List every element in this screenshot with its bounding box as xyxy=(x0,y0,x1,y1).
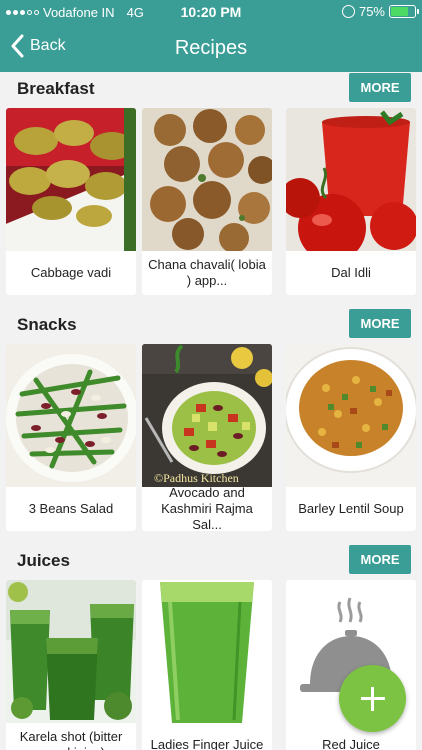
section-header-juices: Juices MORE xyxy=(0,543,422,579)
section-title: Juices xyxy=(17,551,70,570)
orientation-lock-icon xyxy=(341,5,355,18)
battery-icon xyxy=(389,5,419,18)
recipe-card-3-beans-salad[interactable]: 3 Beans Salad xyxy=(6,344,136,531)
navigation-bar: Back Recipes xyxy=(0,26,422,72)
recipe-image xyxy=(6,344,136,487)
recipe-image xyxy=(286,344,416,487)
recipe-card-ladies-finger-juice[interactable]: Ladies Finger Juice xyxy=(142,580,272,750)
recipe-image xyxy=(6,580,136,723)
recipe-name: Cabbage vadi xyxy=(30,265,112,280)
section-header-snacks: Snacks MORE xyxy=(0,307,422,343)
recipe-name: Avocado and Kashmiri Rajma Sal... xyxy=(161,487,253,531)
recipe-image xyxy=(142,108,272,251)
recipe-image: ©Padhus Kitchen xyxy=(142,344,272,487)
status-bar: Vodafone IN 4G 10:20 PM 75% xyxy=(0,0,422,24)
recipe-card-karela-shot[interactable]: Karela shot (bitter gourd juice) xyxy=(6,580,136,750)
recipe-card-chana-chavali[interactable]: Chana chavali( lobia ) app... xyxy=(142,108,272,295)
recipe-image xyxy=(142,580,272,723)
recipe-name: Ladies Finger Juice xyxy=(150,737,264,750)
recipe-card-cabbage-vadi[interactable]: Cabbage vadi xyxy=(6,108,136,295)
section-title: Snacks xyxy=(17,315,77,334)
section-header-breakfast: Breakfast MORE xyxy=(0,71,422,107)
recipe-card-barley-lentil-soup[interactable]: Barley Lentil Soup xyxy=(286,344,416,531)
page-title: Recipes xyxy=(174,37,248,59)
status-right: 75% xyxy=(341,4,419,19)
recipe-image xyxy=(6,108,136,251)
recipe-name: 3 Beans Salad xyxy=(28,501,114,516)
recipe-name: Chana chavali( lobia ) app... xyxy=(148,257,266,288)
more-button-juices[interactable]: MORE xyxy=(349,545,411,574)
more-button-snacks[interactable]: MORE xyxy=(349,309,411,338)
recipe-name: Karela shot (bitter gourd juice) xyxy=(19,729,123,750)
add-recipe-button[interactable] xyxy=(339,665,406,732)
section-title: Breakfast xyxy=(17,79,95,98)
recipe-image xyxy=(286,108,416,251)
more-button-breakfast[interactable]: MORE xyxy=(349,73,411,102)
recipe-name: Red Juice xyxy=(322,737,380,750)
recipe-name: Barley Lentil Soup xyxy=(298,501,404,516)
top-bar: Vodafone IN 4G 10:20 PM 75% Back Recipes xyxy=(0,0,422,72)
recipe-card-avocado-rajma-salad[interactable]: ©Padhus Kitchen Avocado and Kashmiri Raj… xyxy=(142,344,272,531)
battery-percent: 75% xyxy=(358,4,385,19)
recipe-card-dal-idli[interactable]: Dal Idli xyxy=(286,108,416,295)
watermark: ©Padhus Kitchen xyxy=(154,471,239,485)
recipe-name: Dal Idli xyxy=(331,265,371,280)
